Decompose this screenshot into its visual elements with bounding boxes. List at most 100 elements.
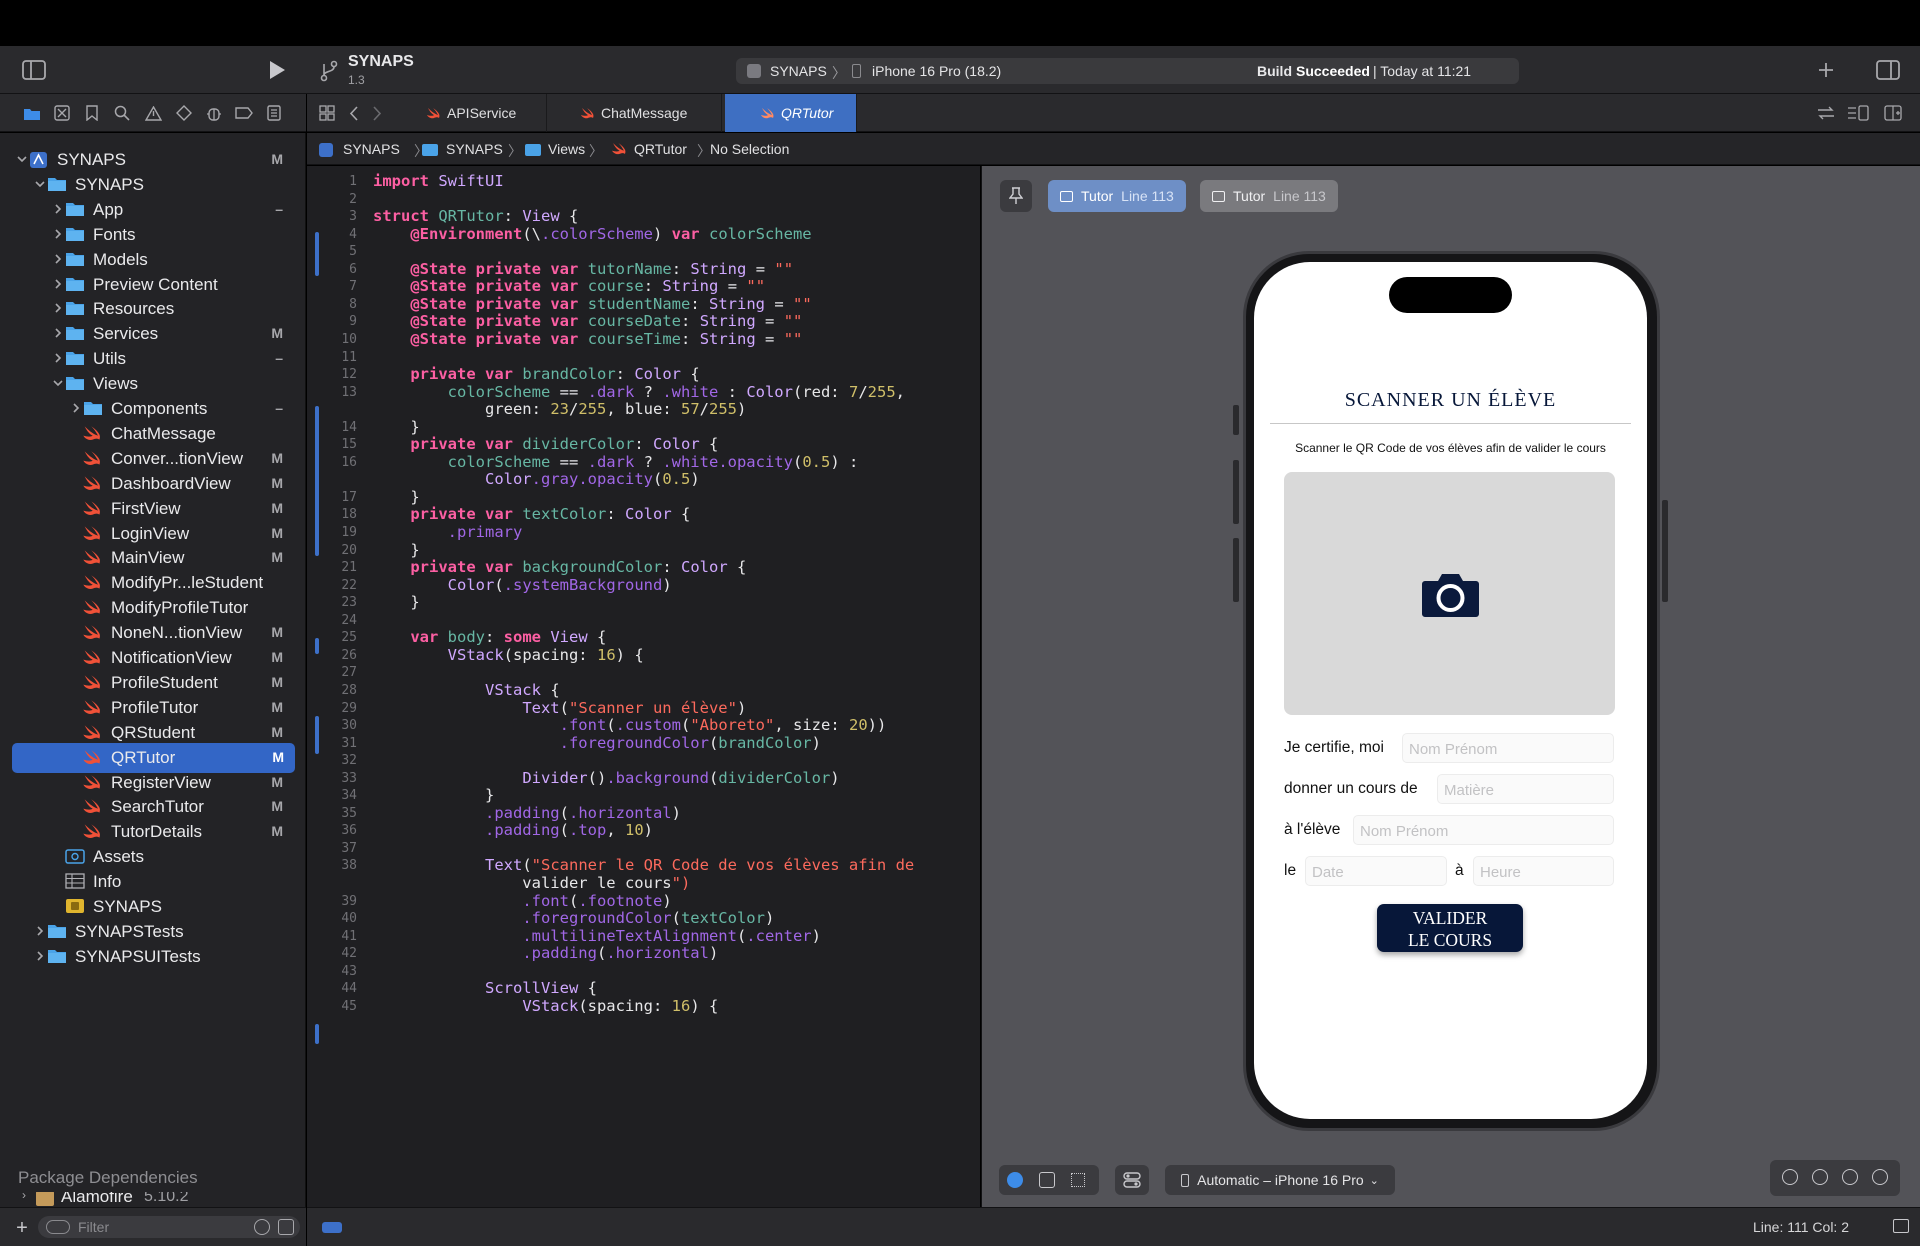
- code-line[interactable]: }: [373, 418, 419, 436]
- breadcrumb-item[interactable]: No Selection: [710, 141, 789, 157]
- code-line[interactable]: private var dividerColor: Color {: [373, 435, 718, 453]
- code-line[interactable]: private var brandColor: Color {: [373, 365, 699, 383]
- navigator-item[interactable]: SYNAPSUITests: [0, 942, 306, 972]
- scheme-activity-bar[interactable]: SYNAPS 〉 iPhone 16 Pro (18.2) Build Succ…: [736, 58, 1519, 84]
- sidebar-toggle-icon[interactable]: [20, 58, 48, 82]
- code-line[interactable]: VStack(spacing: 16) {: [373, 997, 718, 1015]
- run-destination[interactable]: iPhone 16 Pro (18.2): [872, 63, 1001, 79]
- code-line[interactable]: valider le cours"): [373, 874, 690, 892]
- chevron-right-icon[interactable]: [71, 403, 81, 413]
- code-line[interactable]: struct QRTutor: View {: [373, 207, 578, 225]
- code-line[interactable]: @State private var courseDate: String = …: [373, 312, 802, 330]
- code-line[interactable]: .font(.custom("Aboreto", size: 20)): [373, 716, 887, 734]
- source-control-navigator-icon[interactable]: [52, 104, 72, 122]
- code-line[interactable]: .padding(.horizontal): [373, 804, 681, 822]
- panel-toggle-icon[interactable]: [1893, 1219, 1909, 1233]
- code-line[interactable]: }: [373, 541, 419, 559]
- chevron-right-icon[interactable]: [53, 278, 63, 289]
- source-editor[interactable]: 1 import SwiftUI 2 3 struct QRTutor: View {4…: [307, 166, 980, 1207]
- chevron-down-icon[interactable]: [17, 154, 27, 164]
- preview-pin-tutor[interactable]: Tutor Line 113: [1200, 180, 1338, 212]
- code-line[interactable]: @State private var studentName: String =…: [373, 295, 811, 313]
- live-preview-icon[interactable]: [1007, 1172, 1023, 1188]
- code-line[interactable]: Color.gray.opacity(0.5): [373, 470, 700, 488]
- tutor-name-field[interactable]: Nom Prénom: [1402, 733, 1614, 763]
- preview-device-selector[interactable]: Automatic – iPhone 16 Pro ⌄: [1165, 1165, 1395, 1195]
- pin-icon[interactable]: [1000, 180, 1032, 212]
- code-line[interactable]: colorScheme == .dark ? .white.opacity(0.…: [373, 453, 859, 471]
- validate-course-button[interactable]: VALIDER LE COURS: [1377, 904, 1523, 952]
- code-line[interactable]: @State private var course: String = "": [373, 277, 765, 295]
- recent-clock-icon[interactable]: [254, 1219, 270, 1235]
- chevron-right-icon[interactable]: [53, 254, 63, 264]
- code-line[interactable]: }: [373, 786, 494, 804]
- source-branch-icon[interactable]: [318, 59, 340, 83]
- chevron-right-icon[interactable]: [35, 926, 45, 936]
- chevron-right-icon[interactable]: [53, 353, 63, 363]
- code-line[interactable]: VStack {: [373, 681, 560, 699]
- swap-arrows-icon[interactable]: [1815, 104, 1837, 122]
- grid-icon[interactable]: [317, 104, 337, 122]
- tab-qrtutor[interactable]: QRTutor: [725, 94, 857, 132]
- code-line[interactable]: Color(.systemBackground): [373, 576, 672, 594]
- tab-apiservice[interactable]: APIService: [397, 94, 547, 132]
- issue-navigator-icon[interactable]: [143, 104, 163, 122]
- code-line[interactable]: .padding(.horizontal): [373, 944, 718, 962]
- code-line[interactable]: private var backgroundColor: Color {: [373, 558, 746, 576]
- course-field[interactable]: Matière: [1437, 774, 1614, 804]
- code-line[interactable]: .multilineTextAlignment(.center): [373, 927, 821, 945]
- code-line[interactable]: ScrollView {: [373, 979, 597, 997]
- code-line[interactable]: }: [373, 593, 419, 611]
- add-editor-icon[interactable]: [1881, 104, 1905, 122]
- project-navigator-icon[interactable]: [22, 104, 42, 122]
- chevron-right-icon[interactable]: [53, 303, 63, 313]
- tab-chatmessage[interactable]: ChatMessage: [547, 94, 722, 132]
- chevron-down-icon[interactable]: [53, 378, 63, 388]
- code-line[interactable]: Divider().background(dividerColor): [373, 769, 839, 787]
- breakpoint-navigator-icon[interactable]: [234, 104, 254, 122]
- code-line[interactable]: colorScheme == .dark ? .white : Color(re…: [373, 383, 905, 401]
- add-icon[interactable]: [1814, 58, 1838, 82]
- package-row[interactable]: › Alamofire 5.10.2: [0, 1192, 306, 1206]
- code-line[interactable]: Text("Scanner un élève"): [373, 699, 746, 717]
- code-line[interactable]: VStack(spacing: 16) {: [373, 646, 644, 664]
- chevron-down-icon[interactable]: [35, 179, 45, 189]
- code-line[interactable]: .primary: [373, 523, 523, 541]
- code-line[interactable]: .padding(.top, 10): [373, 821, 653, 839]
- chevron-right-icon[interactable]: [53, 328, 63, 338]
- chevron-right-icon[interactable]: [35, 951, 45, 961]
- code-line[interactable]: private var textColor: Color {: [373, 505, 690, 523]
- code-line[interactable]: @State private var courseTime: String = …: [373, 330, 802, 348]
- find-navigator-icon[interactable]: [112, 104, 132, 122]
- chevron-right-icon[interactable]: [53, 229, 63, 239]
- code-line[interactable]: .font(.footnote): [373, 892, 671, 910]
- forward-chevron-icon[interactable]: [369, 104, 385, 122]
- breadcrumb-item[interactable]: SYNAPS: [446, 141, 503, 157]
- zoom-fit-icon[interactable]: [1812, 1169, 1828, 1185]
- qr-scanner-area[interactable]: [1284, 472, 1615, 715]
- breadcrumb-item[interactable]: SYNAPS: [343, 141, 400, 157]
- debug-navigator-icon[interactable]: [204, 104, 224, 122]
- code-line[interactable]: green: 23/255, blue: 57/255): [373, 400, 746, 418]
- test-navigator-icon[interactable]: [174, 104, 194, 122]
- code-line[interactable]: import SwiftUI: [373, 172, 504, 190]
- zoom-in-icon[interactable]: [1872, 1169, 1888, 1185]
- selectable-mode-icon[interactable]: [1039, 1172, 1055, 1188]
- variants-icon[interactable]: [1071, 1173, 1085, 1187]
- preview-pin-tutor-active[interactable]: Tutor Line 113: [1048, 180, 1186, 212]
- bookmark-navigator-icon[interactable]: [82, 104, 102, 122]
- zoom-actual-icon[interactable]: [1842, 1169, 1858, 1185]
- device-settings-icon[interactable]: [1115, 1165, 1149, 1195]
- date-field[interactable]: Date: [1305, 856, 1447, 886]
- code-line[interactable]: @State private var tutorName: String = "…: [373, 260, 793, 278]
- code-line[interactable]: .foregroundColor(textColor): [373, 909, 774, 927]
- breadcrumb-item[interactable]: QRTutor: [634, 141, 687, 157]
- debug-area-toggle-icon[interactable]: [322, 1222, 342, 1233]
- zoom-out-icon[interactable]: [1782, 1169, 1798, 1185]
- breadcrumb-item[interactable]: Views: [548, 141, 585, 157]
- code-line[interactable]: @Environment(\.colorScheme) var colorSch…: [373, 225, 811, 243]
- back-chevron-icon[interactable]: [345, 104, 361, 122]
- student-name-field[interactable]: Nom Prénom: [1353, 815, 1614, 845]
- scope-icon[interactable]: [278, 1219, 294, 1235]
- code-line[interactable]: var body: some View {: [373, 628, 606, 646]
